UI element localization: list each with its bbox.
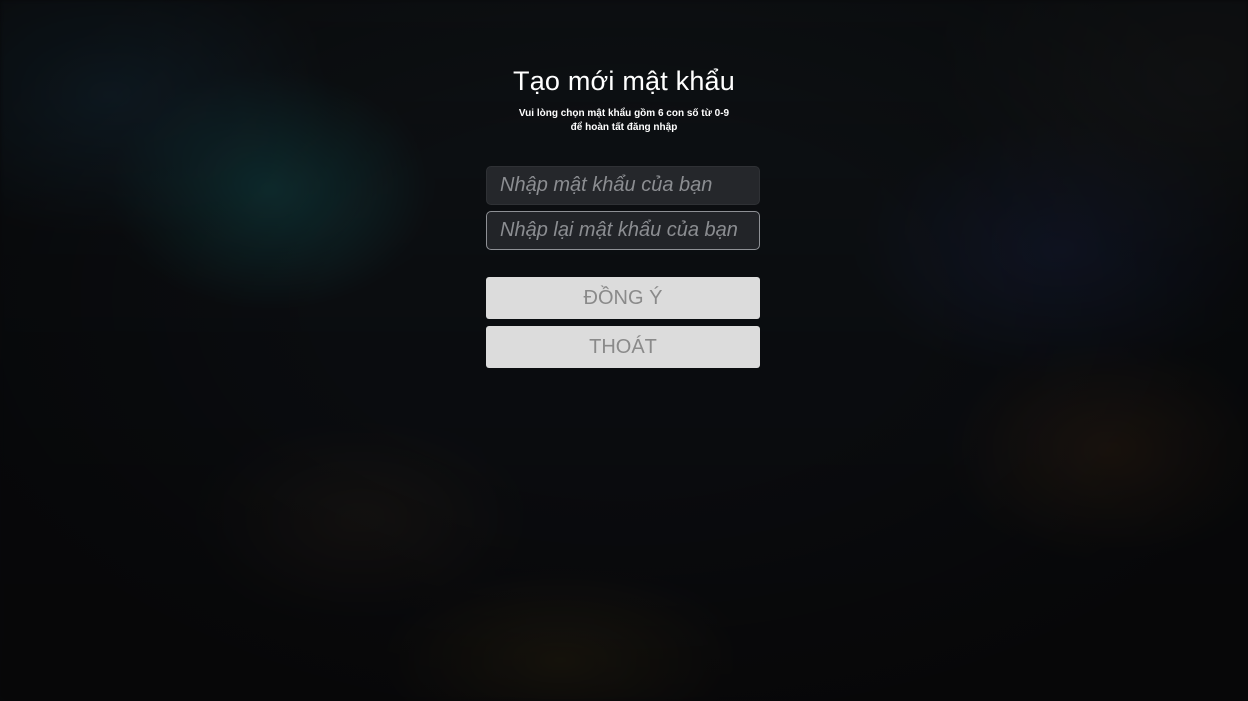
password-input[interactable] <box>486 166 760 205</box>
subtitle-line-2: để hoàn tất đăng nhập <box>570 122 678 133</box>
dialog-subtitle: Vui lòng chọn mật khẩu gồm 6 con số từ 0… <box>424 107 824 135</box>
subtitle-line-1: Vui lòng chọn mật khẩu gồm 6 con số từ 0… <box>518 108 730 119</box>
dialog-title: Tạo mới mật khẩu <box>513 66 735 96</box>
confirm-button[interactable]: ĐỒNG Ý <box>486 277 760 319</box>
create-password-dialog: Tạo mới mật khẩu Vui lòng chọn mật khẩu … <box>0 0 1248 701</box>
exit-button[interactable]: THOÁT <box>486 326 760 368</box>
confirm-password-input[interactable] <box>486 211 760 250</box>
